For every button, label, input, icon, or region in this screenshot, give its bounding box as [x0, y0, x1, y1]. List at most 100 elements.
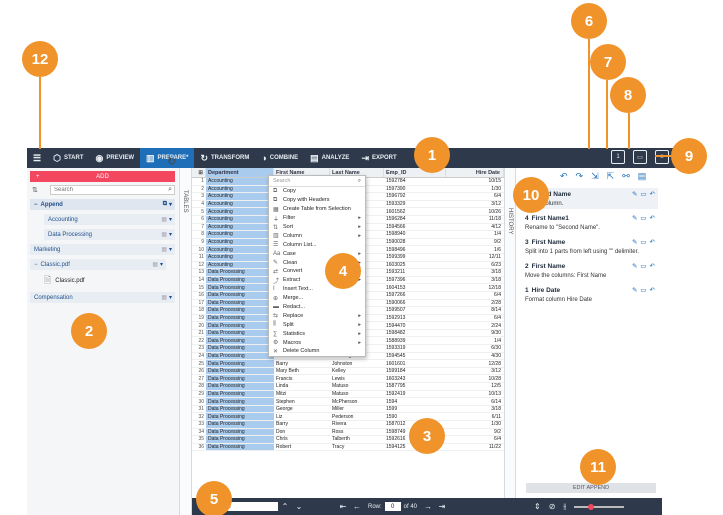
cell-last-name[interactable]: Miller	[330, 406, 384, 413]
row-number[interactable]: 35	[192, 436, 206, 443]
context-item-create-table-from-selection[interactable]: ▦ Create Table from Selection	[269, 205, 365, 214]
row-number[interactable]: 7	[192, 224, 206, 231]
cell-emp-id[interactable]: 1597390	[384, 186, 446, 193]
cell-hire-date[interactable]: 6/4	[446, 292, 504, 299]
menu-button[interactable]: ☰	[27, 148, 47, 168]
cell-hire-date[interactable]: 4/30	[446, 353, 504, 360]
context-search-input[interactable]: Search ⌕	[269, 176, 365, 187]
cell-hire-date[interactable]: 9/2	[446, 239, 504, 246]
cell-hire-date[interactable]: 2/24	[446, 322, 504, 329]
context-item-redact[interactable]: ▬ Redact...	[269, 303, 365, 312]
cell-hire-date[interactable]: 1/30	[446, 421, 504, 428]
table-row[interactable]: 30 Data Processing Stephen McPherson 1594 6/1…	[192, 398, 504, 406]
cell-hire-date[interactable]: 1/30	[446, 186, 504, 193]
history-step[interactable]: 3 First Name ✎ ▭ ↶ Split into 1 parts from le…	[522, 236, 658, 257]
chevron-down-icon[interactable]: ▾	[169, 231, 172, 238]
undo-step-icon[interactable]: ↶	[650, 262, 655, 270]
cell-department[interactable]: Data Processing	[206, 284, 274, 291]
cell-last-name[interactable]: Tracy	[330, 444, 384, 451]
tab-preview[interactable]: ◉ PREVIEW	[90, 148, 141, 168]
cell-department[interactable]: Data Processing	[206, 352, 274, 360]
cell-emp-id[interactable]: 1593319	[384, 345, 446, 352]
cell-emp-id[interactable]: 1590028	[384, 239, 446, 246]
row-number[interactable]: 10	[192, 246, 206, 253]
cell-emp-id[interactable]: 1599184	[384, 368, 446, 375]
cell-emp-id[interactable]: 1594470	[384, 322, 446, 329]
copy-icon[interactable]: ⧉	[163, 201, 167, 208]
row-number[interactable]: 9	[192, 239, 206, 246]
row-number[interactable]: 36	[192, 444, 206, 451]
column-header-hire-date[interactable]: Hire Date	[446, 168, 504, 177]
cell-department[interactable]: Accounting	[206, 253, 274, 261]
find-next-button[interactable]: ⌄	[292, 502, 306, 511]
table-row[interactable]: 29 Data Processing Mitzi Matuso 1592419 10/13	[192, 390, 504, 399]
edit-icon[interactable]: ✎	[632, 190, 637, 198]
cell-emp-id[interactable]: 1592784	[384, 178, 446, 185]
row-number[interactable]: 21	[192, 330, 206, 337]
context-item-delete-column[interactable]: ✕ Delete Column	[269, 347, 365, 356]
cell-first-name[interactable]: Robert	[274, 444, 330, 451]
cell-department[interactable]: Data Processing	[206, 291, 274, 299]
comment-icon[interactable]: ▭	[640, 262, 646, 270]
find-prev-button[interactable]: ⌃	[278, 502, 292, 511]
cell-department[interactable]: Data Processing	[206, 375, 274, 383]
row-number[interactable]: 29	[192, 391, 206, 398]
undo-step-icon[interactable]: ↶	[650, 238, 655, 246]
cell-emp-id[interactable]: 1594545	[384, 353, 446, 360]
context-item-statistics[interactable]: ∑ Statistics ▸	[269, 329, 365, 338]
cell-emp-id[interactable]: 1594566	[384, 224, 446, 231]
context-item-macros[interactable]: ⚙ Macros ▸	[269, 338, 365, 347]
cell-first-name[interactable]: Barry	[274, 360, 330, 367]
cell-last-name[interactable]: Matuso	[330, 383, 384, 390]
edit-append-button[interactable]: EDIT APPEND	[526, 483, 656, 493]
history-side-tab[interactable]: HISTORY	[504, 168, 516, 515]
row-number[interactable]: 34	[192, 429, 206, 436]
cell-department[interactable]: Data Processing	[206, 443, 274, 451]
cell-emp-id[interactable]: 1599399	[384, 254, 446, 261]
cell-department[interactable]: Data Processing	[206, 337, 274, 345]
user-icon[interactable]: ☺	[655, 150, 669, 164]
cell-emp-id[interactable]: 1598496	[384, 246, 446, 253]
context-item-copy-with-headers[interactable]: ⧉ Copy with Headers	[269, 196, 365, 205]
cell-first-name[interactable]: Francis	[274, 375, 330, 382]
fit-icon[interactable]: ⇕	[534, 502, 541, 511]
cell-last-name[interactable]: Talberth	[330, 436, 384, 443]
column-header-department[interactable]: Department	[206, 168, 274, 177]
history-step[interactable]: 2 First Name ✎ ▭ ↶ Move the columns: First Na…	[522, 260, 658, 281]
cell-department[interactable]: Data Processing	[206, 383, 274, 390]
table-row[interactable]: 34 Data Processing Don Ross 1598749 9/2	[192, 428, 504, 437]
cell-department[interactable]: Accounting	[206, 178, 274, 185]
context-item-column-list[interactable]: ☰ Column List...	[269, 240, 365, 249]
macro-icon[interactable]: ⚯	[622, 171, 630, 182]
cell-department[interactable]: Data Processing	[206, 314, 274, 322]
cell-hire-date[interactable]: 6/4	[446, 193, 504, 200]
last-row-button[interactable]: ⇥	[435, 502, 449, 511]
cell-emp-id[interactable]: 1590	[384, 413, 446, 420]
cell-emp-id[interactable]: 1598482	[384, 330, 446, 337]
left-search-input[interactable]	[50, 185, 175, 195]
cell-emp-id[interactable]: 1601562	[384, 208, 446, 215]
cell-department[interactable]: Accounting	[206, 193, 274, 200]
cell-hire-date[interactable]: 3/18	[446, 277, 504, 284]
cell-department[interactable]: Data Processing	[206, 345, 274, 352]
cell-hire-date[interactable]: 6/14	[446, 398, 504, 405]
chevron-down-icon[interactable]: ▾	[169, 294, 172, 301]
cell-hire-date[interactable]: 3/18	[446, 269, 504, 276]
cell-hire-date[interactable]: 4/12	[446, 224, 504, 231]
cell-emp-id[interactable]: 1592913	[384, 315, 446, 322]
tables-side-tab[interactable]: TABLES	[180, 168, 192, 515]
comment-icon[interactable]: ▭	[640, 286, 646, 294]
cell-first-name[interactable]: Linda	[274, 383, 330, 390]
table-row[interactable]: 35 Data Processing Chris Talberth 1592616 6/4	[192, 436, 504, 444]
row-number[interactable]: 16	[192, 292, 206, 299]
cell-department[interactable]: Data Processing	[206, 367, 274, 375]
row-number[interactable]: 15	[192, 284, 206, 291]
row-number[interactable]: 28	[192, 383, 206, 390]
cell-department[interactable]: Data Processing	[206, 269, 274, 276]
search-icon[interactable]: ⌕	[168, 186, 172, 194]
row-number[interactable]: 4	[192, 201, 206, 208]
cell-emp-id[interactable]: 1597266	[384, 292, 446, 299]
next-row-button[interactable]: →	[421, 502, 435, 511]
cell-first-name[interactable]: George	[274, 406, 330, 413]
cell-hire-date[interactable]: 10/28	[446, 375, 504, 382]
